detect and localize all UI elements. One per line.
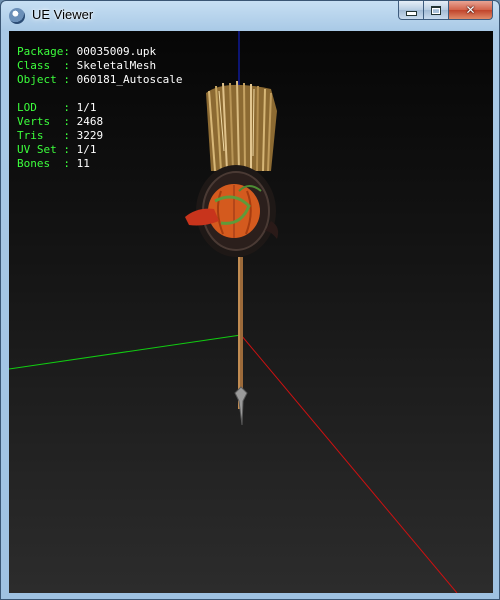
info-label: Tris: [17, 129, 44, 142]
info-label: Verts: [17, 115, 51, 128]
bones-value: 11: [76, 157, 90, 170]
info-separator: :: [63, 59, 77, 72]
mesh-info-panel: Package: 00035009.upk Class: SkeletalMes…: [17, 45, 183, 171]
close-button[interactable]: ✕: [449, 1, 493, 20]
3d-viewport[interactable]: Package: 00035009.upk Class: SkeletalMes…: [9, 31, 493, 593]
info-label: LOD: [17, 101, 37, 114]
broom-staff-mesh: [185, 80, 279, 426]
app-icon[interactable]: [9, 8, 25, 24]
package-value: 00035009.upk: [76, 45, 157, 58]
close-icon: ✕: [465, 3, 476, 17]
maximize-button[interactable]: [424, 1, 449, 20]
info-separator: :: [63, 143, 77, 156]
info-separator: :: [63, 129, 77, 142]
info-separator: :: [63, 73, 77, 86]
title-bar[interactable]: UE Viewer ✕: [1, 1, 499, 31]
verts-value: 2468: [76, 115, 104, 128]
tris-value: 3229: [76, 129, 104, 142]
staff-tip: [234, 386, 248, 426]
info-label: UV Set: [17, 143, 57, 156]
info-row-package: Package: 00035009.upk: [17, 45, 183, 59]
info-label: Class: [17, 59, 51, 72]
info-separator: :: [63, 101, 77, 114]
info-row-lod: LOD: 1/1: [17, 101, 183, 115]
info-row-bones: Bones: 11: [17, 157, 183, 171]
x-axis-line: [240, 334, 458, 593]
y-axis-line: [9, 334, 242, 370]
caption-buttons: ✕: [398, 1, 493, 21]
info-separator: :: [63, 115, 77, 128]
minimize-icon: [405, 10, 417, 16]
maximize-icon: [431, 5, 441, 15]
object-value: 060181_Autoscale: [76, 73, 183, 86]
uvset-value: 1/1: [76, 143, 97, 156]
info-label: Package: [17, 45, 64, 58]
window-title: UE Viewer: [32, 7, 94, 22]
info-separator: :: [63, 45, 77, 58]
info-row-verts: Verts: 2468: [17, 115, 183, 129]
info-row-tris: Tris: 3229: [17, 129, 183, 143]
lod-value: 1/1: [76, 101, 97, 114]
app-window: UE Viewer ✕ Package: 00035009.upk Class …: [0, 0, 500, 600]
info-row-object: Object: 060181_Autoscale: [17, 73, 183, 87]
broom-bristles: [206, 80, 277, 172]
info-separator: :: [63, 157, 77, 170]
info-label: Object: [17, 73, 57, 86]
info-label: Bones: [17, 157, 51, 170]
info-row-uvset: UV Set: 1/1: [17, 143, 183, 157]
minimize-button[interactable]: [398, 1, 424, 20]
info-row-class: Class: SkeletalMesh: [17, 59, 183, 73]
class-value: SkeletalMesh: [76, 59, 157, 72]
